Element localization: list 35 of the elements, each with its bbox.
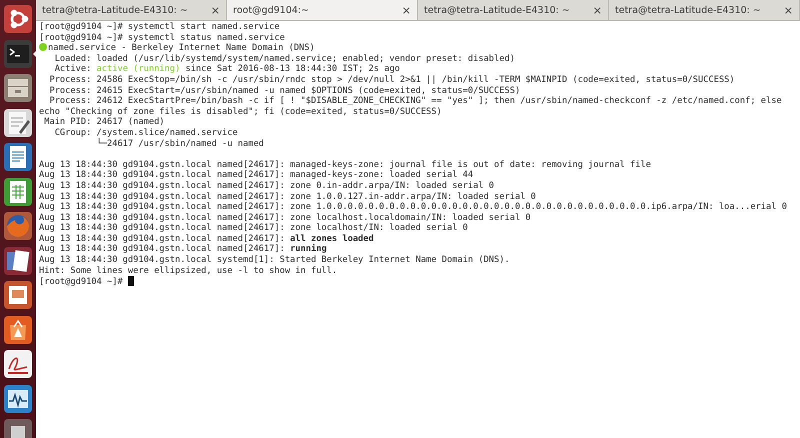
terminal-line: Aug 13 18:44:30 gd9104.gstn.local named[24617]: zone 1.0.0.0.0.0.0.0.0.0.0.0.0.0.0.0.0.0.0.0.0.0.0.0.0.0.0.0.0.0.0.0.ip6.arpa/IN: loa...erial 0 <box>39 202 787 212</box>
close-icon[interactable]: × <box>402 4 411 16</box>
terminal-line: since Sat 2016-08-13 18:44:30 IST; 2s ago <box>184 64 400 74</box>
terminal-line: named.service - Berkeley Internet Name Domain (DNS) <box>48 43 315 54</box>
terminal-line: CGroup: /system.slice/named.service <box>54 128 238 138</box>
terminal-line: Aug 13 18:44:30 gd9104.gstn.local named[24617]: managed-keys-zone: journal file is out of date: removing journal file <box>39 160 651 170</box>
tab-title: tetra@tetra-Latitude-E4310: ~ <box>424 4 570 16</box>
terminal-line: Process: 24586 ExecStop=/bin/sh -c /usr/sbin/rndc stop > /dev/null 2>&1 || /bin/kill -TERM $MAINPID (code=exited, status=0/SUCCESS) <box>48 74 735 85</box>
terminal-line: Aug 13 18:44:30 gd9104.gstn.local named[24617]: running <box>39 244 327 254</box>
terminal-tab[interactable]: root@gd9104:~ × <box>227 0 418 20</box>
terminal-line: Aug 13 18:44:30 gd9104.gstn.local named[24617]: zone 1.0.0.127.in-addr.arpa/IN: loaded serial 0 <box>39 192 536 202</box>
tab-title: tetra@tetra-Latitude-E4310: ~ <box>42 4 188 16</box>
terminal-line-label: Active: <box>54 64 92 74</box>
terminal-line: Process: 24612 ExecStartPre=/bin/bash -c if [ ! "$DISABLE_ZONE_CHECKING" == "yes" ]; then /usr/sbin/named-checkconf -z /etc/named.conf; else <box>48 96 782 106</box>
terminal-line: [root@gd9104 ~]# systemctl start named.service <box>39 22 280 32</box>
close-icon[interactable]: × <box>784 4 793 16</box>
terminal-line: Aug 13 18:44:30 gd9104.gstn.local named[24617]: zone localhost.localdomain/IN: loaded serial 0 <box>39 212 531 223</box>
terminal-line: Aug 13 18:44:30 gd9104.gstn.local named[24617]: zone 0.in-addr.arpa/IN: loaded serial 0 <box>39 180 494 191</box>
terminal-line: └─24617 /usr/sbin/named -u named <box>96 138 264 149</box>
tab-title: root@gd9104:~ <box>233 4 309 16</box>
terminal-line: Hint: Some lines were ellipsized, use -l to show in full. <box>39 266 338 276</box>
shell-prompt: [root@gd9104 ~]# <box>39 277 124 288</box>
terminal-line: Aug 13 18:44:30 gd9104.gstn.local named[24617]: zone localhost/IN: loaded serial 0 <box>39 223 468 234</box>
terminal-line: Aug 13 18:44:30 gd9104.gstn.local systemd[1]: Started Berkeley Internet Name Domain (DNS). <box>39 255 510 266</box>
active-status: active (running) <box>96 64 180 74</box>
terminal-line: Aug 13 18:44:30 gd9104.gstn.local named[24617]: all zones loaded <box>39 234 374 244</box>
close-icon[interactable]: × <box>210 4 220 16</box>
terminal-line: Process: 24615 ExecStart=/usr/sbin/named -u named $OPTIONS (code=exited, status=0/SUCCESS) <box>48 86 520 96</box>
terminal-line: [root@gd9104 ~]# systemctl status named.service <box>39 32 285 43</box>
terminal-line: Main PID: 24617 (named) <box>43 117 165 128</box>
terminal-line: Loaded: loaded (/usr/lib/systemd/system/named.service; enabled; vendor preset: disabled) <box>54 54 515 64</box>
tab-title: tetra@tetra-Latitude-E4310: ~ <box>615 4 761 16</box>
terminal-line: echo "Checking of zone files is disabled"; fi (code=exited, status=0/SUCCESS) <box>39 106 442 117</box>
terminal-line: Aug 13 18:44:30 gd9104.gstn.local named[24617]: managed-keys-zone: loaded serial 44 <box>39 170 474 180</box>
close-icon[interactable]: × <box>592 4 602 16</box>
